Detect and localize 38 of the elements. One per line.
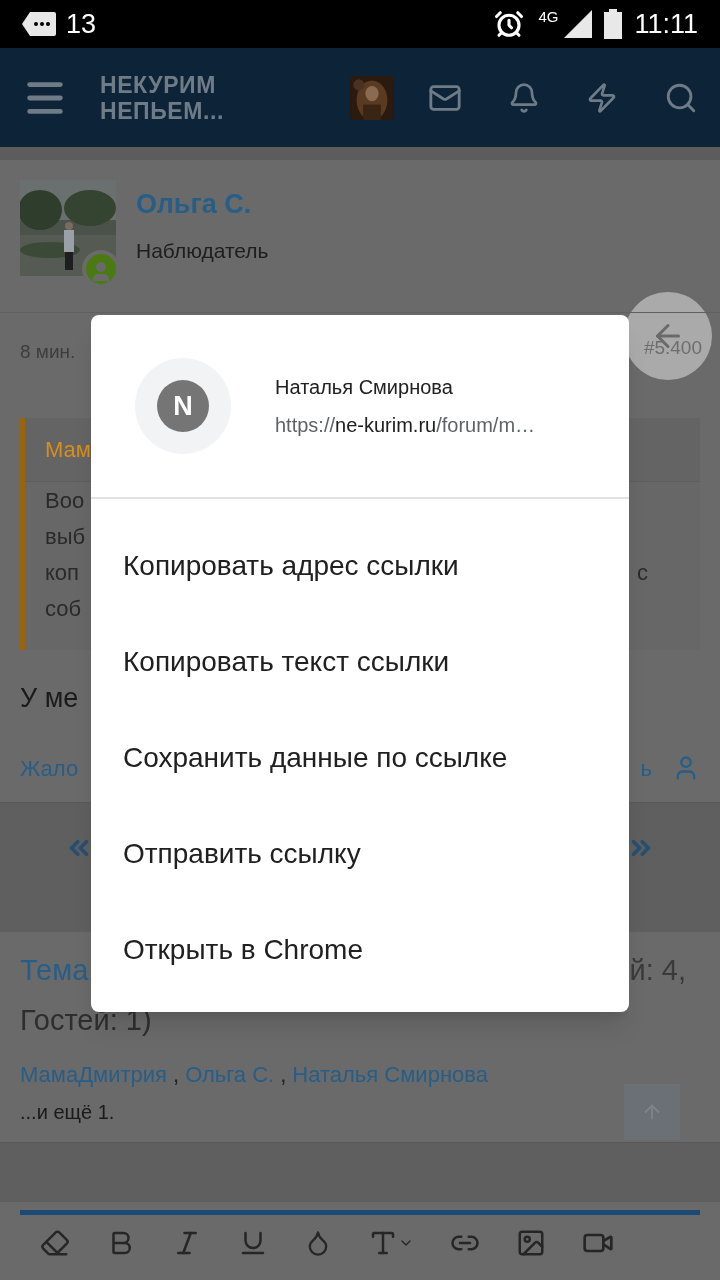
- quote-text: соб: [45, 594, 82, 623]
- network-type: 4G: [538, 9, 559, 24]
- report-link[interactable]: Жало: [20, 751, 79, 785]
- alarm-icon: [494, 9, 525, 39]
- signal-icon: [564, 10, 593, 38]
- link-title: Наталья Смирнова: [275, 375, 454, 400]
- menu-item[interactable]: Копировать адрес ссылки: [91, 518, 629, 614]
- author-name[interactable]: Ольга С.: [136, 184, 269, 225]
- user-link[interactable]: МамаДмитрия: [20, 1058, 167, 1091]
- section-title[interactable]: Тема: [20, 949, 89, 993]
- quote-text: коп: [45, 558, 80, 587]
- link-avatar: N: [135, 358, 231, 454]
- post-number[interactable]: #5.400: [643, 334, 702, 363]
- battery-icon: [604, 9, 623, 39]
- separator: ,: [173, 1061, 180, 1089]
- clock: 11:11: [634, 7, 698, 41]
- post-text: У ме: [20, 681, 79, 715]
- more-users: ...и ещё 1.: [20, 1100, 115, 1125]
- lightning-icon[interactable]: [586, 81, 618, 114]
- menu-item[interactable]: Сохранить данные по ссылке: [91, 710, 629, 806]
- user-link[interactable]: Наталья Смирнова: [292, 1058, 488, 1091]
- separator: ,: [280, 1061, 287, 1089]
- notification-count: 13: [66, 7, 97, 41]
- quote-text: с: [637, 558, 648, 587]
- site-logo[interactable]: НЕКУРИМ НЕПЬЕМ...: [100, 71, 224, 124]
- action-link[interactable]: ь: [640, 751, 652, 785]
- quote-text: выб: [45, 522, 86, 551]
- user-link[interactable]: Ольга С.: [185, 1058, 275, 1091]
- quote-author[interactable]: Мам: [45, 433, 91, 466]
- message-icon: [22, 11, 56, 37]
- link-url: https://ne-kurim.ru/forum/m…: [275, 413, 536, 438]
- bell-icon[interactable]: [508, 81, 540, 114]
- menu-item[interactable]: Открыть в Chrome: [91, 902, 629, 998]
- quote-text: Воо: [45, 486, 85, 515]
- menu-item[interactable]: Копировать текст ссылки: [91, 614, 629, 710]
- author-role: Наблюдатель: [136, 237, 269, 264]
- eraser-icon[interactable]: [40, 1227, 70, 1258]
- menu-item[interactable]: Отправить ссылку: [91, 806, 629, 902]
